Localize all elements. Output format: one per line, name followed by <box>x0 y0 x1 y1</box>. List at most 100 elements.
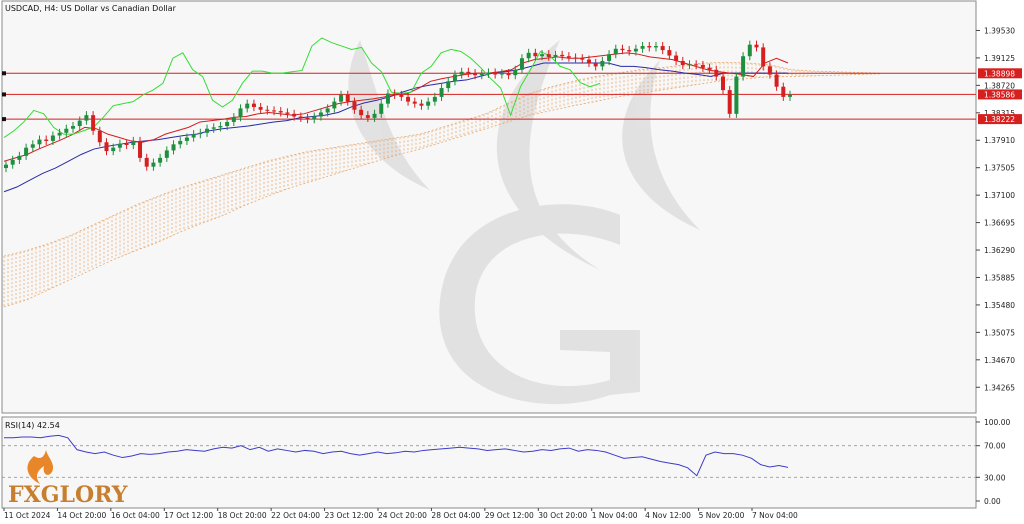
candle-body <box>97 130 102 143</box>
candle-body <box>747 44 752 57</box>
price-tick-label: 1.37910 <box>984 136 1015 145</box>
candle-body <box>258 107 263 110</box>
price-tick-label: 1.36290 <box>984 246 1015 255</box>
price-tick-label: 1.35480 <box>984 301 1015 310</box>
price-tick-label: 1.36695 <box>984 219 1015 228</box>
price-tick-label: 1.39530 <box>984 26 1015 35</box>
candle-body <box>526 52 531 59</box>
logo-text: FXGLORY <box>8 482 128 508</box>
candle-body <box>540 54 545 57</box>
line-handle[interactable] <box>2 71 6 76</box>
time-tick-label: 1 Nov 04:00 <box>592 511 638 520</box>
candle-body <box>151 162 156 167</box>
candle-body <box>720 76 725 91</box>
candle-body <box>278 111 283 113</box>
candle-body <box>553 54 558 57</box>
price-tick-label: 1.35885 <box>984 273 1015 282</box>
rsi-tick-label: 100.00 <box>984 418 1010 427</box>
candle-body <box>57 132 62 136</box>
candle-body <box>272 110 277 112</box>
candle-body <box>586 59 591 63</box>
candle-body <box>198 132 203 135</box>
candle-body <box>10 159 15 165</box>
price-tag-label: 1.38898 <box>984 69 1015 78</box>
time-tick-label: 23 Oct 12:00 <box>325 511 374 520</box>
price-tick-label: 1.34670 <box>984 356 1015 365</box>
candle-body <box>84 115 89 121</box>
chart-title: USDCAD, H4: US Dollar vs Canadian Dollar <box>5 4 177 13</box>
candle-body <box>546 54 551 57</box>
time-tick-label: 11 Oct 2024 <box>4 511 51 520</box>
candle-body <box>37 139 42 145</box>
candle-body <box>44 139 49 141</box>
line-handle[interactable] <box>2 92 6 97</box>
candle-body <box>754 44 759 48</box>
price-tick-label: 1.37505 <box>984 164 1015 173</box>
candle-body <box>767 66 772 75</box>
candle-body <box>761 47 766 67</box>
candle-body <box>191 134 196 138</box>
candle-body <box>607 54 612 61</box>
rsi-pane <box>1 416 977 509</box>
candle-body <box>392 93 397 95</box>
candle-body <box>71 126 76 129</box>
candle-body <box>667 50 672 56</box>
candle-body <box>700 65 705 68</box>
candle-body <box>399 94 404 97</box>
rsi-tick-label: 30.00 <box>984 473 1006 482</box>
candle-body <box>560 54 565 57</box>
candle-body <box>372 113 377 118</box>
candle-body <box>292 113 297 117</box>
candle-body <box>687 64 692 66</box>
candle-body <box>117 143 122 148</box>
candle-body <box>426 101 431 106</box>
candle-body <box>506 73 511 76</box>
candle-body <box>225 121 230 127</box>
price-tags: 1.38898 1.38586 1.38222 <box>978 68 1022 125</box>
candle-body <box>285 112 290 114</box>
candle-body <box>359 109 364 116</box>
candle-body <box>205 128 210 133</box>
candle-body <box>473 73 478 76</box>
candle-body <box>774 74 779 87</box>
candle-body <box>406 96 411 102</box>
candle-body <box>339 94 344 102</box>
candle-body <box>439 88 444 97</box>
time-tick-label: 28 Oct 04:00 <box>431 511 480 520</box>
candle-body <box>580 58 585 60</box>
price-tick-label: 1.35075 <box>984 328 1015 337</box>
candle-body <box>680 60 685 66</box>
candle-body <box>452 74 457 82</box>
candle-body <box>519 58 524 70</box>
candle-body <box>312 116 317 120</box>
candle-body <box>231 117 236 122</box>
candle-body <box>178 140 183 145</box>
candle-body <box>325 108 330 113</box>
candle-body <box>600 60 605 67</box>
candle-body <box>4 164 8 169</box>
candle-body <box>727 90 732 114</box>
candle-body <box>714 69 719 77</box>
candle-body <box>573 57 578 59</box>
candle-body <box>593 62 598 67</box>
candle-body <box>124 143 129 145</box>
price-pane <box>1 0 977 414</box>
price-tick-label: 1.38720 <box>984 81 1015 90</box>
time-tick-label: 4 Nov 12:00 <box>645 511 691 520</box>
price-tick-label: 1.37100 <box>984 191 1015 200</box>
time-tick-label: 5 Nov 20:00 <box>699 511 745 520</box>
candle-body <box>345 94 350 102</box>
candle-body <box>184 137 189 141</box>
candle-body <box>446 81 451 89</box>
time-tick-label: 14 Oct 20:00 <box>57 511 106 520</box>
price-tick-label: 1.34265 <box>984 383 1015 392</box>
candle-body <box>305 117 310 120</box>
line-handle[interactable] <box>2 117 6 122</box>
candle-body <box>660 46 665 51</box>
candle-body <box>171 144 176 151</box>
candle-body <box>412 101 417 104</box>
candle-body <box>245 103 250 109</box>
candle-body <box>144 157 149 167</box>
time-tick-label: 30 Oct 20:00 <box>538 511 587 520</box>
candle-body <box>104 142 109 152</box>
